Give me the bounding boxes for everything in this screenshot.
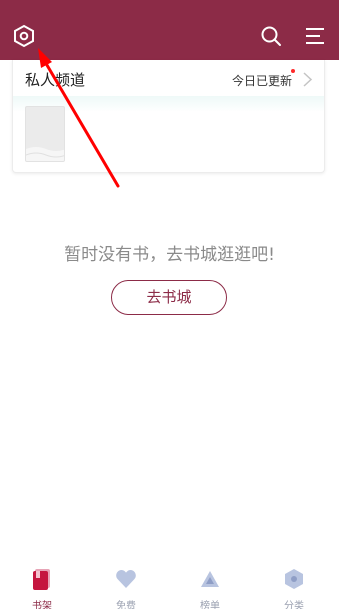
channel-title: 私人频道 <box>25 71 86 89</box>
tab-bookshelf[interactable]: 书架 <box>0 560 84 609</box>
tab-free[interactable]: 免费 <box>84 560 168 609</box>
bottom-tab-bar: 书架 免费 榜单 分类 <box>0 560 339 609</box>
private-channel-card[interactable]: 私人频道 今日已更新 <box>12 60 325 173</box>
tab-label: 免费 <box>116 601 136 609</box>
search-icon[interactable] <box>259 24 283 48</box>
settings-hexagon-icon[interactable] <box>12 24 36 48</box>
bookshelf-icon <box>33 569 50 590</box>
channel-update-status: 今日已更新 <box>231 74 292 88</box>
chevron-right-icon[interactable] <box>302 72 313 87</box>
book-cover-placeholder[interactable] <box>25 106 65 162</box>
tab-ranking[interactable]: 榜单 <box>168 560 252 609</box>
menu-icon[interactable] <box>303 24 327 48</box>
top-header <box>0 0 339 60</box>
tab-label: 分类 <box>284 601 304 609</box>
tab-label: 榜单 <box>200 601 220 609</box>
heart-icon <box>116 570 136 588</box>
empty-bookshelf-message: 暂时没有书，去书城逛逛吧! <box>64 245 275 265</box>
tab-label: 书架 <box>32 601 52 609</box>
hexagon-icon <box>285 569 303 589</box>
tab-category[interactable]: 分类 <box>252 560 336 609</box>
triangle-icon <box>201 571 219 587</box>
go-bookstore-button[interactable]: 去书城 <box>111 280 227 315</box>
